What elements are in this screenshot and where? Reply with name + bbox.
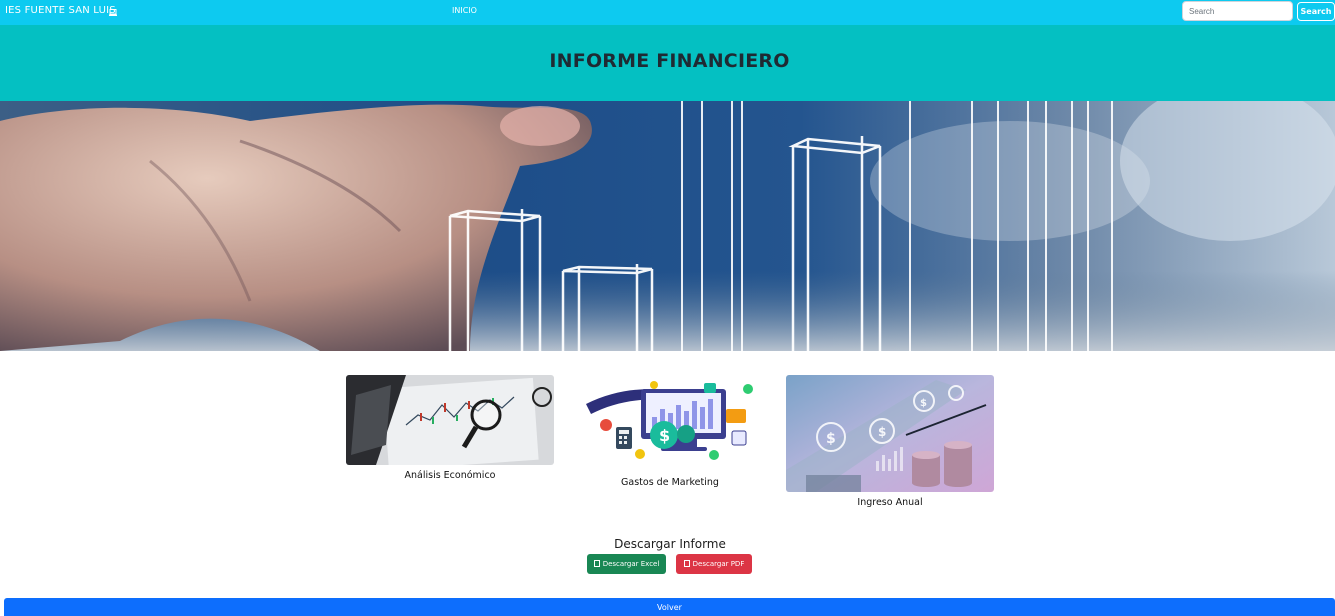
search-input[interactable]	[1182, 1, 1293, 21]
svg-text:$: $	[659, 426, 670, 445]
page-title: INFORME FINANCIERO	[549, 50, 790, 72]
svg-text:$: $	[826, 431, 836, 447]
brand-name[interactable]: IES FUENTE SAN LUIS	[5, 5, 116, 16]
laptop-icon	[109, 9, 117, 16]
back-button[interactable]: Volver	[4, 598, 1335, 616]
card-image-gastos-marketing[interactable]: $	[586, 379, 754, 465]
card-label-ingreso-anual: Ingreso Anual	[857, 497, 923, 508]
svg-text:$: $	[878, 425, 886, 439]
file-excel-icon	[593, 560, 600, 567]
download-excel-button[interactable]: Descargar Excel	[587, 554, 666, 574]
card-label-analisis-economico: Análisis Económico	[404, 470, 496, 481]
download-excel-label: Descargar Excel	[602, 560, 660, 568]
download-section-title: Descargar Informe	[614, 537, 726, 551]
download-pdf-label: Descargar PDF	[692, 560, 745, 568]
top-navbar: IES FUENTE SAN LUIS INICIO Search	[0, 0, 1335, 25]
card-image-analisis-economico[interactable]	[346, 375, 554, 465]
card-image-ingreso-anual[interactable]: $ $ $	[786, 375, 994, 492]
file-pdf-icon	[683, 560, 690, 567]
download-pdf-button[interactable]: Descargar PDF	[676, 554, 752, 574]
svg-text:$: $	[920, 398, 927, 409]
hero-banner-image	[0, 101, 1335, 351]
nav-link-inicio[interactable]: INICIO	[452, 6, 477, 15]
card-label-gastos-marketing: Gastos de Marketing	[621, 477, 719, 488]
search-button[interactable]: Search	[1297, 2, 1335, 21]
